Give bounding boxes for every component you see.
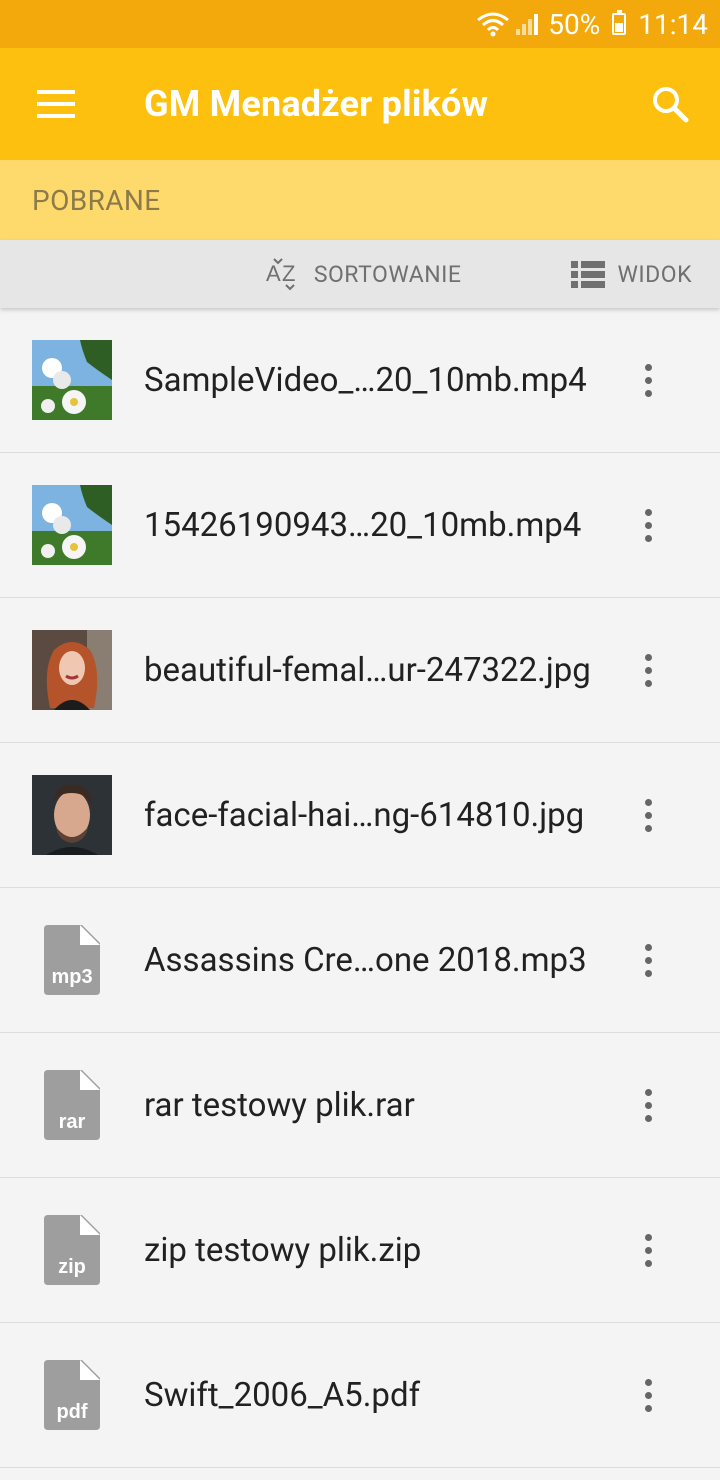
file-row[interactable]: face-facial-hai…ng-614810.jpg <box>0 743 720 888</box>
battery-percent: 50% <box>548 7 601 41</box>
file-name: 15426190943…20_10mb.mp4 <box>144 505 582 545</box>
status-icons <box>476 11 540 37</box>
file-extension: pdf <box>56 1401 88 1423</box>
file-row[interactable]: 15426190943…20_10mb.mp4 <box>0 453 720 598</box>
image-thumbnail <box>32 775 112 855</box>
app-title: GM Menadżer plików <box>144 83 489 125</box>
file-name: beautiful-femal…ur-247322.jpg <box>144 650 591 690</box>
wifi-icon <box>477 12 510 37</box>
more-options-button[interactable] <box>620 920 676 1000</box>
file-extension: rar <box>58 1111 86 1133</box>
more-options-button[interactable] <box>620 340 676 420</box>
more-options-button[interactable] <box>620 775 676 855</box>
file-row[interactable]: SampleVideo_…20_10mb.mp4 <box>0 308 720 453</box>
more-options-button[interactable] <box>620 485 676 565</box>
file-row[interactable]: rar rar testowy plik.rar <box>0 1033 720 1178</box>
view-button[interactable]: WIDOK <box>571 260 692 288</box>
more-vert-icon <box>644 508 652 542</box>
app-bar: GM Menadżer plików <box>0 48 720 160</box>
video-thumbnail <box>32 485 112 565</box>
more-vert-icon <box>644 943 652 977</box>
list-toolbar: A Z SORTOWANIE WIDOK <box>0 240 720 308</box>
signal-icon <box>516 14 539 35</box>
file-row[interactable]: zip zip testowy plik.zip <box>0 1178 720 1323</box>
sort-label: SORTOWANIE <box>313 260 462 288</box>
file-name: rar testowy plik.rar <box>144 1085 415 1125</box>
more-vert-icon <box>644 1233 652 1267</box>
breadcrumb-item-pobrane[interactable]: POBRANE <box>32 184 161 217</box>
list-view-icon <box>571 261 606 288</box>
audio-file-icon: mp3 <box>44 925 100 995</box>
svg-text:Z: Z <box>282 261 296 286</box>
more-options-button[interactable] <box>620 1210 676 1290</box>
video-thumbnail <box>32 340 112 420</box>
file-list: SampleVideo_…20_10mb.mp4 15426190943…20_… <box>0 308 720 1468</box>
svg-text:A: A <box>266 261 281 286</box>
battery-icon <box>612 10 627 35</box>
breadcrumb: POBRANE <box>0 160 720 240</box>
sort-button[interactable]: A Z SORTOWANIE <box>266 257 462 291</box>
search-button[interactable] <box>620 48 720 160</box>
file-name: Swift_2006_A5.pdf <box>144 1375 421 1415</box>
image-thumbnail <box>32 630 112 710</box>
search-icon <box>653 87 689 123</box>
more-options-button[interactable] <box>620 1065 676 1145</box>
status-bar: 50% 11:14 <box>0 0 720 48</box>
file-extension: zip <box>58 1256 86 1278</box>
more-vert-icon <box>644 798 652 832</box>
file-row[interactable]: pdf Swift_2006_A5.pdf <box>0 1323 720 1468</box>
more-options-button[interactable] <box>620 1355 676 1435</box>
more-vert-icon <box>644 1378 652 1412</box>
clock: 11:14 <box>638 7 708 41</box>
archive-file-icon: rar <box>44 1070 100 1140</box>
sort-az-icon: A Z <box>266 258 296 291</box>
view-label: WIDOK <box>617 260 692 288</box>
file-name: zip testowy plik.zip <box>144 1230 422 1270</box>
file-name: SampleVideo_…20_10mb.mp4 <box>144 360 587 400</box>
more-vert-icon <box>644 653 652 687</box>
file-row[interactable]: mp3 Assassins Cre…one 2018.mp3 <box>0 888 720 1033</box>
file-name: Assassins Cre…one 2018.mp3 <box>144 940 587 980</box>
file-name: face-facial-hai…ng-614810.jpg <box>144 795 585 835</box>
more-vert-icon <box>644 363 652 397</box>
pdf-file-icon: pdf <box>44 1360 100 1430</box>
file-row[interactable]: beautiful-femal…ur-247322.jpg <box>0 598 720 743</box>
more-vert-icon <box>644 1088 652 1122</box>
more-options-button[interactable] <box>620 630 676 710</box>
file-extension: mp3 <box>51 966 93 988</box>
archive-file-icon: zip <box>44 1215 100 1285</box>
